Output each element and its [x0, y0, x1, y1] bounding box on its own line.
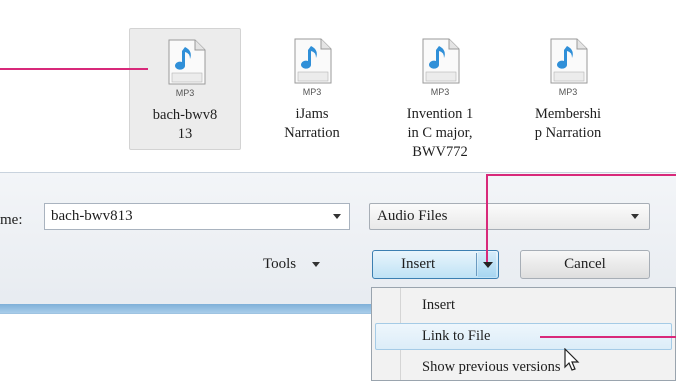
mp3-badge: MP3	[175, 88, 195, 98]
split-divider	[476, 253, 477, 276]
menu-item-show-previous-versions[interactable]: Show previous versions	[372, 354, 675, 381]
file-list-view[interactable]: MP3 bach-bwv8 13 MP3 iJams Narration MP3	[0, 0, 676, 173]
file-name-label: me:	[0, 212, 23, 228]
file-name-input[interactable]: bach-bwv813	[44, 203, 350, 230]
mp3-file-icon	[422, 38, 460, 84]
file-item-bach-bwv813[interactable]: MP3 bach-bwv8 13	[129, 28, 241, 150]
file-type-select[interactable]: Audio Files	[369, 203, 650, 230]
menu-item-label: Link to File	[422, 328, 491, 344]
menu-item-label: Insert	[422, 297, 456, 313]
file-type-value: Audio Files	[377, 208, 448, 224]
insert-dropdown-menu: Insert Link to File Show previous versio…	[371, 287, 676, 381]
menu-item-label: Show previous versions	[422, 359, 561, 375]
mouse-pointer-icon	[564, 348, 580, 371]
chevron-down-icon	[312, 262, 321, 268]
file-name-value: bach-bwv813	[51, 208, 133, 224]
chevron-down-icon	[483, 262, 493, 268]
lower-pane	[0, 313, 372, 382]
file-name: Membershi p Narration	[534, 106, 602, 141]
mp3-badge: MP3	[430, 87, 450, 97]
mp3-file-icon	[168, 39, 206, 85]
tools-menu-button[interactable]: Tools	[263, 256, 321, 273]
chevron-down-icon	[631, 214, 639, 219]
file-name: bach-bwv8 13	[152, 107, 218, 142]
mp3-badge: MP3	[302, 87, 322, 97]
callout-line-link	[540, 336, 676, 338]
file-name: iJams Narration	[284, 106, 340, 141]
file-name: Invention 1 in C major, BWV772	[406, 106, 474, 160]
file-item-invention-1[interactable]: MP3 Invention 1 in C major, BWV772	[384, 28, 496, 160]
file-item-ijams-narration[interactable]: MP3 iJams Narration	[256, 28, 368, 150]
tools-label: Tools	[263, 256, 297, 272]
insert-split-button[interactable]: Insert	[372, 250, 499, 279]
callout-line-insert-v	[486, 174, 488, 262]
file-item-membership-narration[interactable]: MP3 Membershi p Narration	[512, 28, 624, 150]
callout-line-insert-h	[486, 174, 676, 176]
menu-item-insert[interactable]: Insert	[372, 292, 675, 319]
insert-button-label: Insert	[401, 256, 436, 272]
chevron-down-icon[interactable]	[333, 214, 341, 219]
cancel-button[interactable]: Cancel	[520, 250, 650, 279]
divider-bar	[0, 304, 372, 313]
mp3-badge: MP3	[558, 87, 578, 97]
callout-line-file	[0, 68, 148, 70]
mp3-file-icon	[294, 38, 332, 84]
mp3-file-icon	[550, 38, 588, 84]
